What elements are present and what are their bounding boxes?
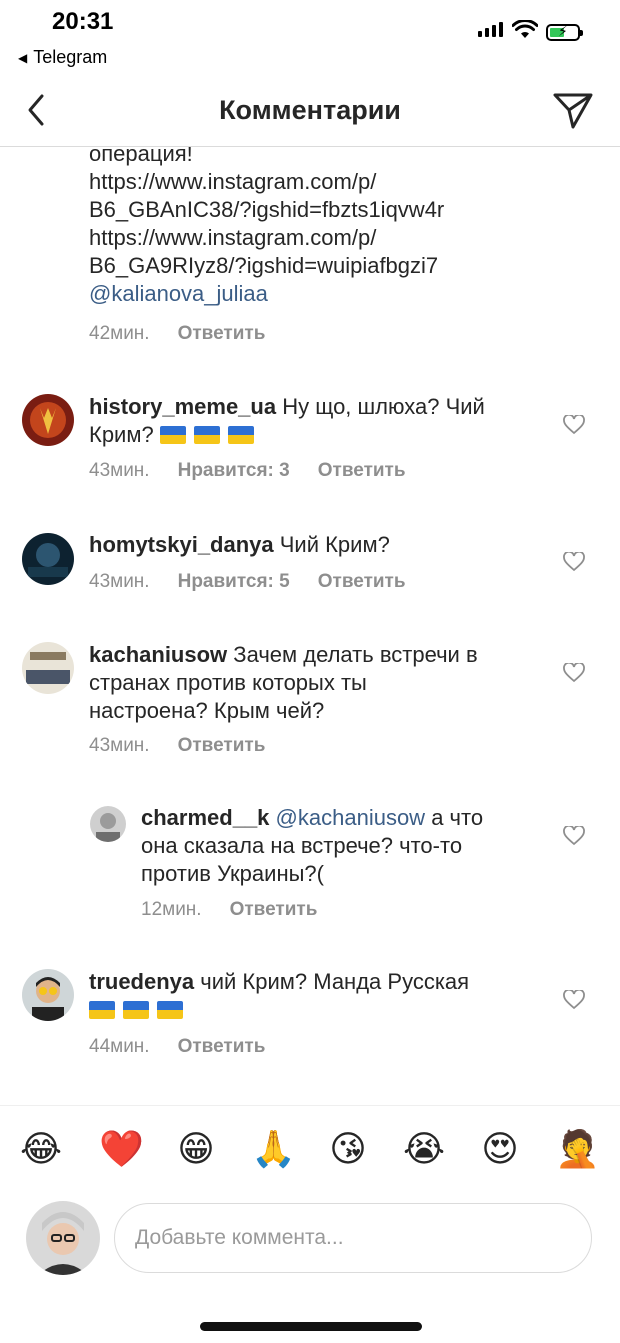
comment-text: homytskyi_danya Чий Крим? <box>89 532 390 557</box>
comment-username[interactable]: charmed__k <box>141 805 269 830</box>
reply-button[interactable]: Ответить <box>178 1036 266 1058</box>
emoji-quick-bar: 😂 ❤️ 😁 🙏 😘 😭 😍 🤦 <box>0 1105 620 1196</box>
comment-item: операция! https://www.instagram.com/p/ B… <box>89 147 444 308</box>
comment-item: charmed__k @kachaniusow а что она сказал… <box>141 804 551 888</box>
comment-text: charmed__k @kachaniusow а что она сказал… <box>141 805 484 886</box>
comment-username[interactable]: truedenya <box>89 969 194 994</box>
comment-meta: 43мин. Нравится: 5 Ответить <box>89 571 406 593</box>
comment-item: history_meme_ua Ну що, шлюха? Чий Крим? <box>89 393 549 449</box>
like-heart-icon[interactable] <box>563 552 585 572</box>
comment-input[interactable] <box>114 1203 592 1273</box>
emoji-grin-button[interactable]: 😁 <box>175 1128 217 1170</box>
comment-text: history_meme_ua Ну що, шлюха? Чий Крим? <box>89 394 485 447</box>
emoji-tears-of-joy-button[interactable]: 😂 <box>20 1128 62 1170</box>
like-heart-icon[interactable] <box>563 663 585 683</box>
battery-icon: ⚡ <box>546 23 583 41</box>
ukraine-flag-icon <box>193 426 220 444</box>
ukraine-flag-icon <box>159 426 186 444</box>
emoji-heart-eyes-button[interactable]: 😍 <box>479 1128 521 1170</box>
like-heart-icon[interactable] <box>563 990 585 1010</box>
comment-text: операция! https://www.instagram.com/p/ B… <box>89 147 445 308</box>
avatar[interactable] <box>90 806 126 842</box>
comment-composer <box>0 1195 620 1285</box>
comment-meta: 43мин. Ответить <box>89 735 265 757</box>
emoji-kiss-button[interactable]: 😘 <box>327 1128 369 1170</box>
mention-link[interactable]: @kachaniusow <box>276 805 426 830</box>
ukraine-flag-icon <box>227 426 254 444</box>
page-title: Комментарии <box>219 95 401 125</box>
comment-username[interactable]: kachaniusow <box>89 642 227 667</box>
comment-time: 43мин. <box>89 735 150 756</box>
comment-meta: 42мин. Ответить <box>89 323 265 345</box>
direct-send-icon[interactable] <box>552 90 594 132</box>
emoji-heart-button[interactable]: ❤️ <box>99 1128 144 1170</box>
ukraine-flag-icon <box>123 1001 149 1019</box>
comment-username[interactable]: history_meme_ua <box>89 394 276 419</box>
avatar[interactable] <box>22 394 74 446</box>
comment-item: homytskyi_danya Чий Крим? <box>89 531 549 559</box>
reply-button[interactable]: Ответить <box>178 323 266 345</box>
my-avatar[interactable] <box>26 1201 100 1275</box>
emoji-sob-button[interactable]: 😭 <box>403 1128 445 1170</box>
reply-button[interactable]: Ответить <box>318 460 406 482</box>
comment-time: 43мин. <box>89 460 150 481</box>
emoji-pray-button[interactable]: 🙏 <box>251 1128 296 1170</box>
back-app-label: Telegram <box>33 47 108 67</box>
mention-link[interactable]: @kalianova_juliaa <box>89 280 444 308</box>
comment-meta: 12мин. Ответить <box>141 899 317 921</box>
comment-text: truedenya чий Крим? Манда Русская <box>89 968 549 1024</box>
emoji-facepalm-button[interactable]: 🤦 <box>555 1128 600 1170</box>
reply-button[interactable]: Ответить <box>318 571 406 593</box>
reply-button[interactable]: Ответить <box>178 735 266 757</box>
status-bar: 20:31 ◀ Telegram ⚡ <box>0 0 620 67</box>
comment-username[interactable]: homytskyi_danya <box>89 532 274 557</box>
comment-item: kachaniusow Зачем делать встречи в стран… <box>89 641 549 725</box>
avatar[interactable] <box>22 533 74 585</box>
back-triangle-icon: ◀ <box>18 50 28 65</box>
avatar[interactable] <box>22 969 74 1021</box>
comment-time: 43мин. <box>89 571 150 592</box>
like-heart-icon[interactable] <box>563 826 585 846</box>
comment-text: kachaniusow Зачем делать встречи в стран… <box>89 642 478 723</box>
home-indicator[interactable] <box>200 1322 422 1331</box>
cellular-signal-icon <box>478 22 503 37</box>
like-heart-icon[interactable] <box>563 415 585 435</box>
comments-list[interactable]: операция! https://www.instagram.com/p/ B… <box>0 147 620 1105</box>
comment-item: truedenya чий Крим? Манда Русская <box>89 968 549 1024</box>
avatar[interactable] <box>22 642 74 694</box>
ukraine-flag-icon <box>89 1001 115 1019</box>
comment-time: 44мин. <box>89 1036 150 1057</box>
ukraine-flag-icon <box>157 1001 183 1019</box>
likes-count[interactable]: Нравится: 5 <box>178 571 290 593</box>
wifi-icon <box>512 20 538 38</box>
likes-count[interactable]: Нравится: 3 <box>178 460 290 482</box>
comment-meta: 44мин. Ответить <box>89 1036 265 1058</box>
reply-button[interactable]: Ответить <box>230 899 318 921</box>
navigation-bar: Комментарии <box>0 78 620 147</box>
status-time: 20:31 <box>52 8 114 35</box>
comment-time: 12мин. <box>141 899 202 920</box>
comment-meta: 43мин. Нравится: 3 Ответить <box>89 460 406 482</box>
comment-time: 42мин. <box>89 323 150 344</box>
back-to-app-link[interactable]: ◀ Telegram <box>18 47 107 68</box>
